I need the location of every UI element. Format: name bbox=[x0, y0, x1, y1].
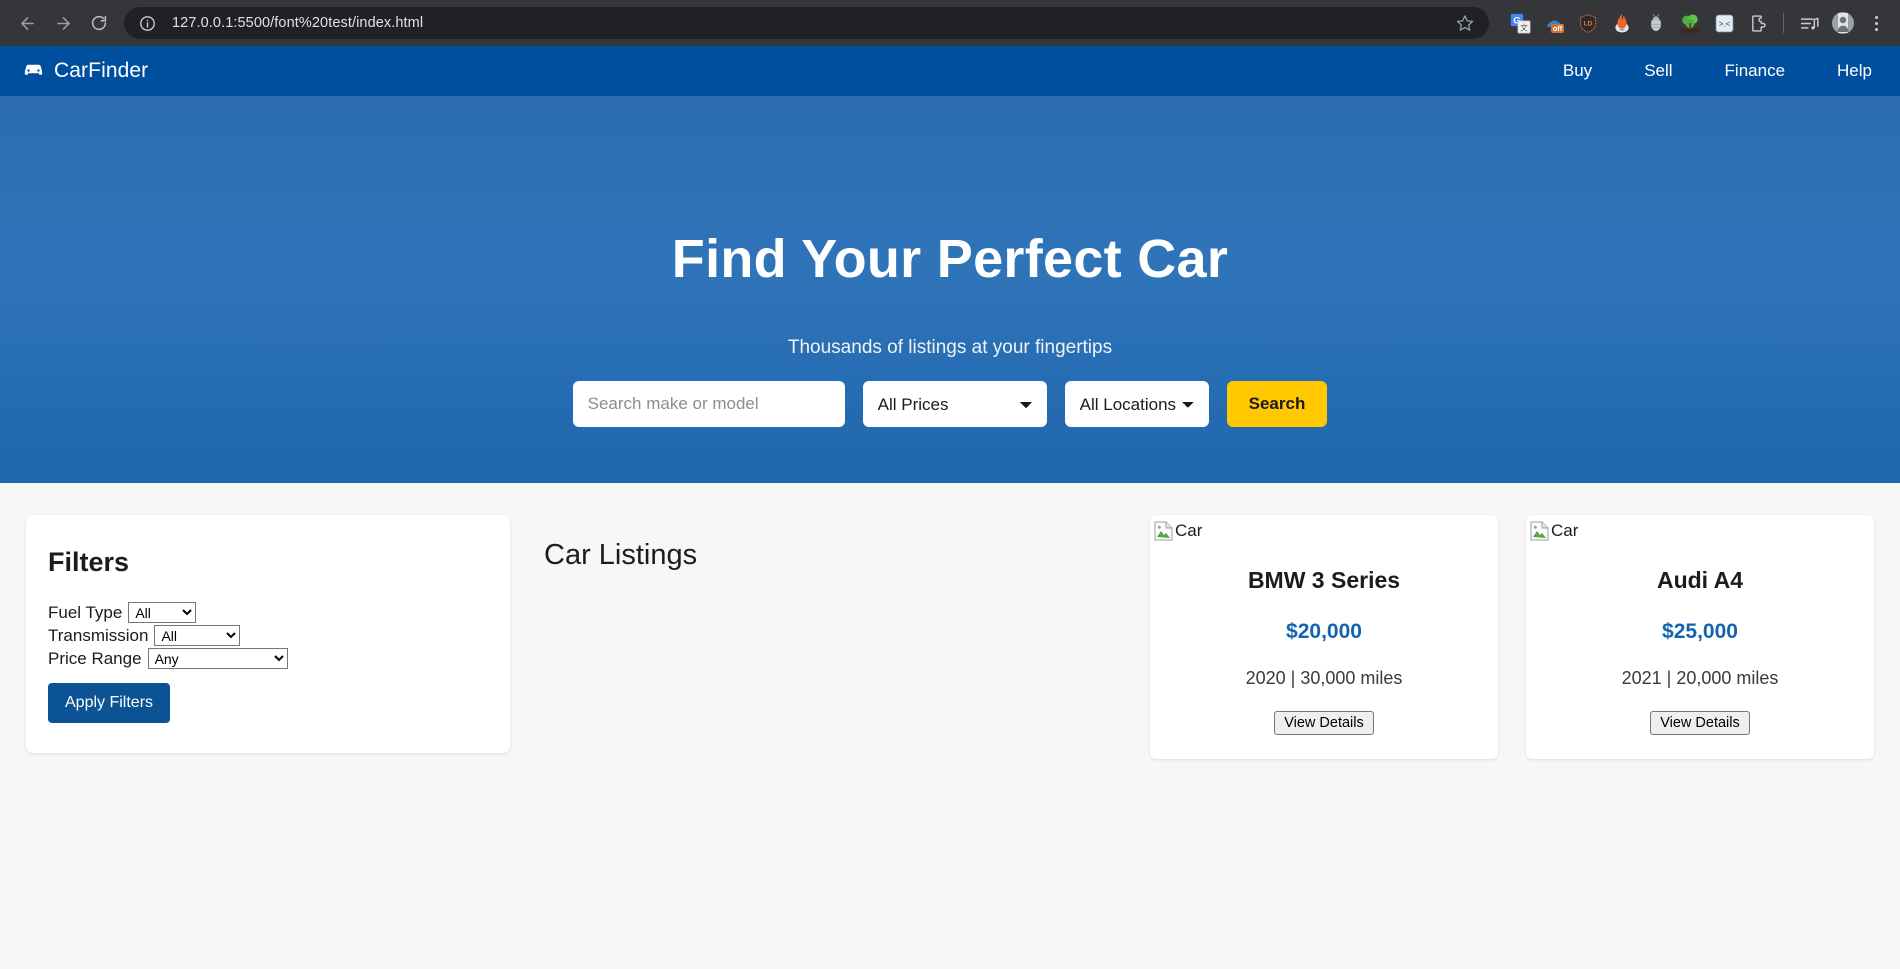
apply-filters-button[interactable]: Apply Filters bbox=[48, 683, 171, 723]
car-price: $25,000 bbox=[1662, 620, 1738, 643]
nav-links: Buy Sell Finance Help bbox=[1563, 61, 1872, 81]
fuel-type-select[interactable]: All bbox=[128, 602, 197, 623]
profile-avatar-icon[interactable] bbox=[1828, 8, 1858, 38]
page-viewport: CarFinder Buy Sell Finance Help Find You… bbox=[0, 46, 1900, 969]
search-input[interactable] bbox=[572, 381, 845, 427]
broken-image-icon bbox=[1154, 521, 1173, 541]
car-name: Audi A4 bbox=[1656, 567, 1744, 593]
brand-name: CarFinder bbox=[54, 59, 149, 82]
location-filter-select[interactable]: All Locations bbox=[1064, 381, 1209, 427]
nav-link-help[interactable]: Help bbox=[1837, 61, 1872, 81]
playlist-extension-icon[interactable] bbox=[1794, 8, 1824, 38]
transmission-label: Transmission bbox=[48, 625, 149, 645]
url-text: 127.0.0.1:5500/font%20test/index.html bbox=[172, 15, 424, 31]
broken-image-icon bbox=[1530, 521, 1549, 541]
search-button[interactable]: Search bbox=[1226, 381, 1328, 427]
hero-search-row: All Prices All Locations Search bbox=[572, 381, 1328, 427]
car-icon bbox=[22, 59, 45, 83]
filters-panel: Filters Fuel Type All Transmission All P… bbox=[26, 515, 510, 753]
transmission-select[interactable]: All bbox=[154, 625, 241, 646]
back-button[interactable] bbox=[10, 6, 44, 40]
svg-text:文: 文 bbox=[1520, 22, 1528, 32]
car-image-alt-text: Car bbox=[1175, 521, 1203, 540]
car-image-alt-text: Car bbox=[1551, 521, 1579, 540]
vpn-off-extension-icon[interactable]: off bbox=[1539, 8, 1569, 38]
bookmark-star-icon[interactable] bbox=[1453, 11, 1477, 35]
car-image-broken: Car bbox=[1150, 515, 1498, 541]
car-name: BMW 3 Series bbox=[1247, 567, 1401, 593]
listings-title: Car Listings bbox=[544, 539, 698, 571]
price-range-label: Price Range bbox=[48, 648, 142, 668]
browser-toolbar: 127.0.0.1:5500/font%20test/index.html G … bbox=[0, 0, 1900, 46]
car-meta: 2020 | 30,000 miles bbox=[1245, 668, 1403, 688]
listings-section: Car Listings Car BMW 3 Series $20,000 20… bbox=[510, 515, 1874, 759]
main-content: Filters Fuel Type All Transmission All P… bbox=[0, 483, 1900, 969]
bug-extension-icon[interactable] bbox=[1641, 8, 1671, 38]
view-details-button[interactable]: View Details bbox=[1650, 711, 1750, 735]
extensions-tray: G 文 off LD >.< bbox=[1499, 8, 1890, 38]
flame-extension-icon[interactable] bbox=[1607, 8, 1637, 38]
filter-row-price-range: Price Range Any bbox=[48, 648, 484, 669]
car-card-grid: Car BMW 3 Series $20,000 2020 | 30,000 m… bbox=[1150, 515, 1874, 759]
chrome-menu-button[interactable] bbox=[1862, 8, 1890, 38]
hero-subtitle: Thousands of listings at your fingertips bbox=[787, 337, 1113, 358]
svg-text:>.<: >.< bbox=[1718, 19, 1730, 28]
site-navbar: CarFinder Buy Sell Finance Help bbox=[0, 46, 1900, 96]
car-image-broken: Car bbox=[1526, 515, 1874, 541]
hero-section: Find Your Perfect Car Thousands of listi… bbox=[0, 96, 1900, 483]
address-bar[interactable]: 127.0.0.1:5500/font%20test/index.html bbox=[124, 7, 1489, 39]
filters-title: Filters bbox=[48, 547, 130, 577]
svg-text:LD: LD bbox=[1584, 20, 1593, 27]
content-columns: Filters Fuel Type All Transmission All P… bbox=[0, 515, 1900, 759]
price-range-select[interactable]: Any bbox=[147, 648, 288, 669]
lastpass-extension-icon[interactable]: LD bbox=[1573, 8, 1603, 38]
car-card[interactable]: Car BMW 3 Series $20,000 2020 | 30,000 m… bbox=[1150, 515, 1498, 759]
puzzle-extensions-icon[interactable] bbox=[1743, 8, 1773, 38]
car-meta: 2021 | 20,000 miles bbox=[1621, 668, 1779, 688]
nav-link-sell[interactable]: Sell bbox=[1644, 61, 1672, 81]
hero-title: Find Your Perfect Car bbox=[671, 229, 1229, 289]
filter-row-fuel-type: Fuel Type All bbox=[48, 602, 484, 623]
view-details-button[interactable]: View Details bbox=[1274, 711, 1374, 735]
forward-button[interactable] bbox=[46, 6, 80, 40]
nav-link-finance[interactable]: Finance bbox=[1725, 61, 1785, 81]
toolbar-divider bbox=[1783, 13, 1784, 33]
fuel-type-label: Fuel Type bbox=[48, 602, 123, 622]
price-filter-select[interactable]: All Prices bbox=[862, 381, 1047, 427]
brand-logo[interactable]: CarFinder bbox=[22, 59, 148, 83]
reload-button[interactable] bbox=[82, 6, 116, 40]
site-info-icon[interactable] bbox=[136, 12, 158, 34]
filter-row-transmission: Transmission All bbox=[48, 625, 484, 646]
car-card[interactable]: Car Audi A4 $25,000 2021 | 20,000 miles … bbox=[1526, 515, 1874, 759]
google-translate-extension-icon[interactable]: G 文 bbox=[1505, 8, 1535, 38]
nav-link-buy[interactable]: Buy bbox=[1563, 61, 1592, 81]
tree-extension-icon[interactable] bbox=[1675, 8, 1705, 38]
face-extension-icon[interactable]: >.< bbox=[1709, 8, 1739, 38]
car-price: $20,000 bbox=[1286, 620, 1362, 643]
svg-text:off: off bbox=[1553, 24, 1563, 33]
